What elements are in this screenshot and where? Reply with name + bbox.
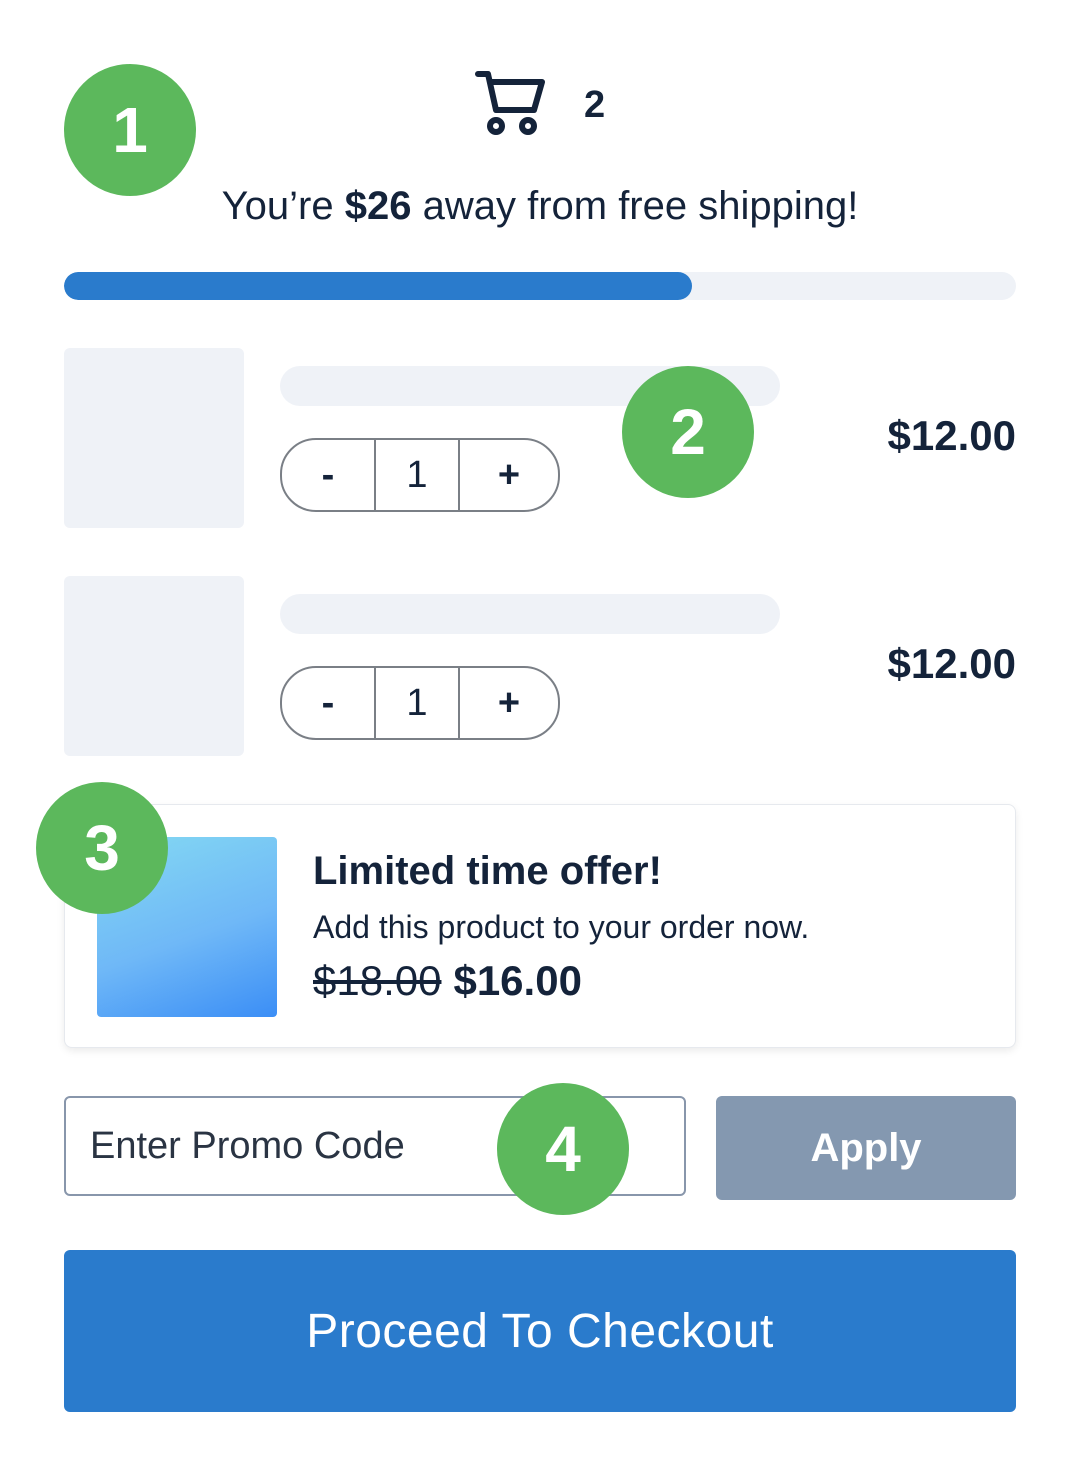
- increment-button[interactable]: +: [460, 440, 558, 510]
- annotation-marker-1: 1: [64, 64, 196, 196]
- quantity-value[interactable]: 1: [376, 440, 460, 510]
- decrement-button[interactable]: -: [282, 440, 376, 510]
- proceed-to-checkout-button[interactable]: Proceed To Checkout: [64, 1250, 1016, 1412]
- item-price: $12.00: [887, 640, 1016, 687]
- shipping-suffix: away from free shipping!: [411, 184, 859, 228]
- item-price: $12.00: [887, 412, 1016, 459]
- shipping-prefix: You’re: [221, 184, 345, 228]
- product-thumbnail[interactable]: [64, 348, 244, 528]
- progress-fill: [64, 272, 693, 300]
- cart-summary[interactable]: 2: [474, 66, 624, 146]
- decrement-button[interactable]: -: [282, 668, 376, 738]
- increment-button[interactable]: +: [460, 668, 558, 738]
- annotation-marker-3: 3: [36, 782, 168, 914]
- product-name-placeholder: [280, 594, 780, 634]
- upsell-offer-card[interactable]: Limited time offer! Add this product to …: [64, 804, 1016, 1048]
- offer-subtitle: Add this product to your order now.: [313, 909, 810, 945]
- annotation-marker-4: 4: [497, 1083, 629, 1215]
- offer-prices: $18.00 $16.00: [313, 957, 582, 1005]
- shipping-amount: $26: [344, 184, 412, 228]
- offer-title: Limited time offer!: [313, 849, 662, 893]
- apply-promo-button[interactable]: Apply: [716, 1096, 1016, 1200]
- free-shipping-progress-bar: [64, 272, 1016, 300]
- quantity-stepper: - 1 +: [280, 666, 560, 740]
- cart-item: - 1 + $12.00: [64, 348, 1016, 528]
- offer-old-price: $18.00: [313, 957, 442, 1004]
- quantity-value[interactable]: 1: [376, 668, 460, 738]
- cart-item: - 1 + $12.00: [64, 576, 1016, 756]
- annotation-marker-2: 2: [622, 366, 754, 498]
- offer-new-price: $16.00: [453, 957, 582, 1004]
- quantity-stepper: - 1 +: [280, 438, 560, 512]
- free-shipping-message: You’re $26 away from free shipping!: [0, 184, 1080, 229]
- shopping-cart-icon: [475, 71, 545, 135]
- cart-count-badge: 2: [584, 84, 606, 126]
- product-thumbnail[interactable]: [64, 576, 244, 756]
